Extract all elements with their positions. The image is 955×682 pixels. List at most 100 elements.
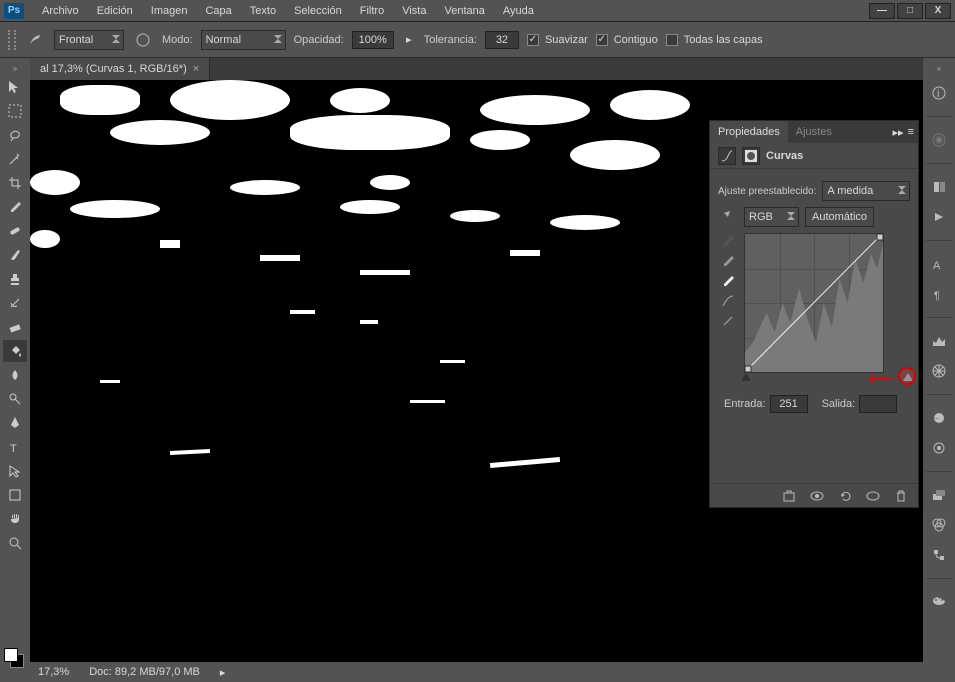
menu-file[interactable]: Archivo — [34, 3, 87, 19]
stamp-tool[interactable] — [3, 268, 27, 290]
output-field[interactable] — [859, 395, 897, 413]
toggle-visibility-icon[interactable] — [808, 487, 826, 505]
paragraph-panel-icon[interactable]: ¶ — [928, 283, 950, 305]
reset-icon[interactable] — [836, 487, 854, 505]
menu-filter[interactable]: Filtro — [352, 3, 392, 19]
panel-tabbar: Propiedades Ajustes ▸▸ ≡ — [710, 121, 918, 143]
panel-collapse-icon[interactable]: ▸▸ — [893, 126, 904, 139]
brush-picker-button[interactable] — [132, 29, 154, 51]
black-point-slider[interactable] — [741, 373, 751, 381]
all-layers-checkbox[interactable]: Todas las capas — [666, 34, 763, 46]
menu-view[interactable]: Vista — [394, 3, 434, 19]
marquee-tool[interactable] — [3, 100, 27, 122]
menu-window[interactable]: Ventana — [436, 3, 492, 19]
styles-panel-icon[interactable] — [928, 437, 950, 459]
panel-menu-icon[interactable]: ≡ — [908, 126, 914, 139]
eyedropper-tool[interactable] — [3, 196, 27, 218]
brush-preset-value: Frontal — [59, 34, 93, 46]
preset-dropdown[interactable]: A medida — [822, 181, 910, 201]
info-panel-icon[interactable]: i — [928, 82, 950, 104]
maximize-button[interactable]: □ — [897, 3, 923, 19]
tolerance-field[interactable]: 32 — [485, 31, 519, 49]
menu-edit[interactable]: Edición — [89, 3, 141, 19]
pen-tool[interactable] — [3, 412, 27, 434]
hand-tool[interactable] — [3, 508, 27, 530]
document-tab[interactable]: al 17,3% (Curvas 1, RGB/16*) × — [30, 58, 210, 80]
menu-layer[interactable]: Capa — [197, 3, 239, 19]
channels-panel-icon[interactable] — [928, 514, 950, 536]
adjustments-panel-icon[interactable] — [928, 407, 950, 429]
swatches-panel-icon[interactable] — [928, 591, 950, 613]
shape-tool[interactable] — [3, 484, 27, 506]
channel-value: RGB — [749, 211, 773, 223]
history-brush-tool[interactable] — [3, 292, 27, 314]
color-panel-icon[interactable] — [928, 129, 950, 151]
color-swatches[interactable] — [2, 648, 28, 678]
minimize-button[interactable]: — — [869, 3, 895, 19]
curve-point-shadow[interactable] — [744, 366, 751, 373]
brush-preset-dropdown[interactable]: Frontal — [54, 30, 124, 50]
curves-graph[interactable] — [744, 233, 884, 373]
input-field[interactable]: 251 — [770, 395, 808, 413]
histogram-panel-icon[interactable] — [928, 330, 950, 352]
type-tool[interactable]: T — [3, 436, 27, 458]
panel-footer — [710, 483, 918, 507]
blend-mode-dropdown[interactable]: Normal — [201, 30, 286, 50]
zoom-level[interactable]: 17,3% — [38, 666, 69, 678]
character-panel-icon[interactable]: A — [928, 253, 950, 275]
antialias-checkbox[interactable]: Suavizar — [527, 34, 588, 46]
on-image-tool-icon[interactable] — [718, 209, 738, 225]
opacity-flyout-icon[interactable]: ▸ — [402, 29, 416, 51]
dodge-tool[interactable] — [3, 388, 27, 410]
brush-tool[interactable] — [3, 244, 27, 266]
libraries-panel-icon[interactable] — [928, 176, 950, 198]
sample-white-icon[interactable] — [718, 273, 738, 289]
active-tool-icon[interactable] — [24, 29, 46, 51]
auto-button[interactable]: Automático — [805, 207, 874, 227]
clip-to-layer-icon[interactable] — [780, 487, 798, 505]
toolbox-expand-icon[interactable]: » — [0, 62, 30, 74]
close-button[interactable]: X — [925, 3, 951, 19]
opacity-field[interactable]: 100% — [352, 31, 394, 49]
menu-image[interactable]: Imagen — [143, 3, 196, 19]
menu-text[interactable]: Texto — [242, 3, 284, 19]
layer-mask-icon[interactable] — [742, 147, 760, 165]
path-select-tool[interactable] — [3, 460, 27, 482]
layers-panel-icon[interactable] — [928, 484, 950, 506]
move-tool[interactable] — [3, 76, 27, 98]
foreground-swatch[interactable] — [4, 648, 18, 662]
blur-tool[interactable] — [3, 364, 27, 386]
tab-properties[interactable]: Propiedades — [710, 121, 788, 143]
channel-dropdown[interactable]: RGB — [744, 207, 799, 227]
sample-gray-icon[interactable] — [718, 253, 738, 269]
bucket-tool[interactable] — [3, 340, 27, 362]
toolbox: » T — [0, 58, 30, 682]
navigator-panel-icon[interactable] — [928, 360, 950, 382]
paths-panel-icon[interactable] — [928, 544, 950, 566]
contiguous-checkbox[interactable]: Contiguo — [596, 34, 658, 46]
check-icon — [527, 34, 539, 46]
crop-tool[interactable] — [3, 172, 27, 194]
trash-icon[interactable] — [892, 487, 910, 505]
tab-adjustments[interactable]: Ajustes — [788, 121, 840, 143]
toggle-preview-icon[interactable] — [864, 487, 882, 505]
close-icon[interactable]: × — [193, 63, 199, 75]
eraser-tool[interactable] — [3, 316, 27, 338]
lasso-tool[interactable] — [3, 124, 27, 146]
dock-expand-icon[interactable]: « — [923, 62, 955, 74]
sample-black-icon[interactable] — [718, 233, 738, 249]
actions-panel-icon[interactable] — [928, 206, 950, 228]
wand-tool[interactable] — [3, 148, 27, 170]
image-content — [100, 380, 120, 383]
menu-help[interactable]: Ayuda — [495, 3, 542, 19]
zoom-tool[interactable] — [3, 532, 27, 554]
image-content — [360, 320, 378, 324]
draw-curve-icon[interactable] — [718, 313, 738, 329]
menu-select[interactable]: Selección — [286, 3, 350, 19]
options-grip-icon[interactable] — [8, 30, 16, 50]
edit-points-icon[interactable] — [718, 293, 738, 309]
image-content — [110, 120, 210, 145]
curve-point-highlight[interactable] — [877, 233, 884, 240]
heal-tool[interactable] — [3, 220, 27, 242]
statusbar-flyout-icon[interactable]: ▸ — [220, 666, 226, 679]
